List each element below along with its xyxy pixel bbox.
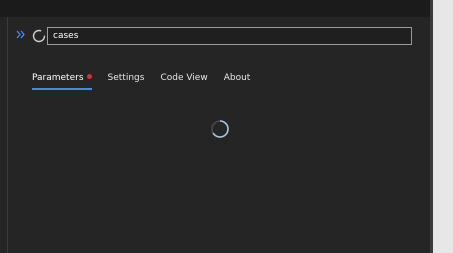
tab-settings[interactable]: Settings: [108, 70, 145, 90]
left-gutter: [0, 17, 8, 253]
loading-spinner-icon: [32, 28, 46, 43]
panel-window: Parameters Settings Code View About: [0, 0, 453, 253]
tab-about[interactable]: About: [224, 70, 251, 90]
tab-code-view[interactable]: Code View: [160, 70, 207, 90]
right-pane: [433, 0, 453, 253]
error-dot-icon: [86, 74, 92, 79]
search-input[interactable]: [47, 27, 412, 45]
tab-label: Code View: [160, 73, 208, 83]
tab-bar: Parameters Settings Code View About: [32, 70, 266, 92]
tab-label: About: [223, 73, 251, 83]
tab-label: Settings: [107, 73, 145, 83]
tab-parameters[interactable]: Parameters: [32, 70, 92, 90]
top-bar: [0, 0, 430, 17]
tab-label: Parameters: [32, 73, 84, 83]
content-loading-spinner-icon: [210, 119, 230, 139]
double-chevron-right-icon[interactable]: [15, 28, 27, 42]
